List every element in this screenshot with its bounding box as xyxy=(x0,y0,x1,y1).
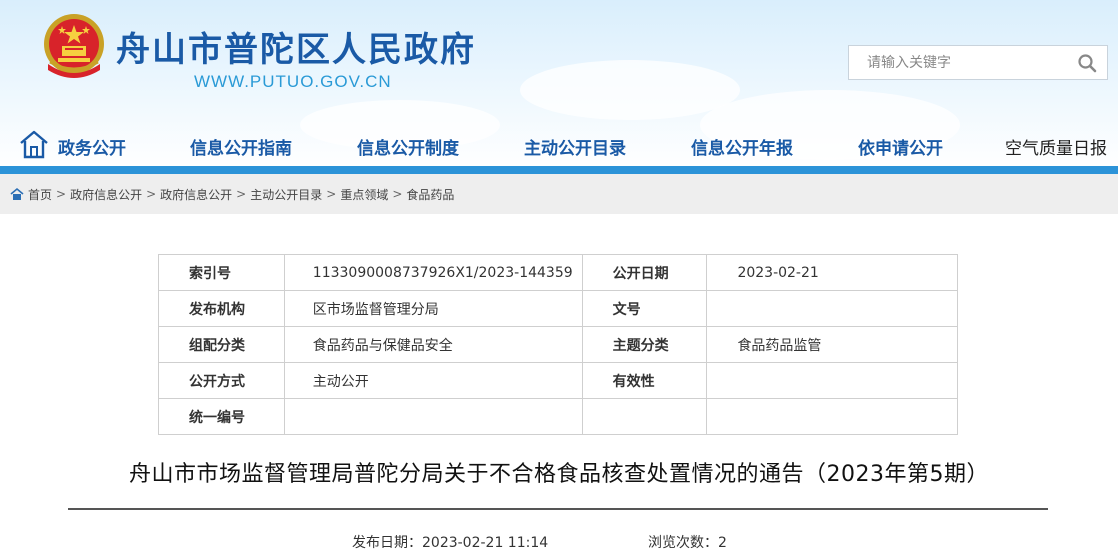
document-number-label: 文号 xyxy=(581,290,708,327)
breadcrumb-separator: > xyxy=(392,187,403,201)
publisher-value: 区市场监督管理分局 xyxy=(283,290,583,327)
breadcrumb-home[interactable]: 首页 xyxy=(28,186,52,203)
publish-date-label: 公开日期 xyxy=(581,254,708,291)
nav-item-government-affairs[interactable]: 政务公开 xyxy=(58,134,126,159)
breadcrumb-key-areas[interactable]: 重点领域 xyxy=(340,186,388,203)
document-meta-table: 索引号 1133090008737926X1/2023-144359 公开日期 … xyxy=(158,254,958,435)
breadcrumb: 首页 > 政府信息公开 > 政府信息公开 > 主动公开目录 > 重点领域 > 食… xyxy=(0,174,1118,214)
document-number-value xyxy=(706,290,958,327)
empty-cell xyxy=(706,398,958,435)
search-icon xyxy=(1078,53,1097,72)
index-number-value: 1133090008737926X1/2023-144359 xyxy=(283,254,583,291)
site-url: WWW.PUTUO.GOV.CN xyxy=(194,72,392,91)
table-row: 发布机构 区市场监督管理分局 文号 xyxy=(158,290,958,327)
breadcrumb-active-catalog[interactable]: 主动公开目录 xyxy=(250,186,322,203)
publish-date-value: 2023-02-21 xyxy=(706,254,958,291)
nav-item-air-quality[interactable]: 空气质量日报 xyxy=(1005,134,1107,159)
nav-item-request-disclosure[interactable]: 依申请公开 xyxy=(858,134,943,159)
topic-label: 主题分类 xyxy=(581,326,708,363)
search-button[interactable] xyxy=(1067,46,1107,79)
breadcrumb-separator: > xyxy=(146,187,157,201)
table-row: 索引号 1133090008737926X1/2023-144359 公开日期 … xyxy=(158,254,958,291)
breadcrumb-gov-info-1[interactable]: 政府信息公开 xyxy=(70,186,142,203)
validity-label: 有效性 xyxy=(581,362,708,399)
breadcrumb-home-icon xyxy=(10,187,24,200)
document-view-count: 浏览次数：2 xyxy=(648,535,727,551)
empty-cell xyxy=(581,398,708,435)
table-row: 统一编号 xyxy=(158,398,958,435)
topic-value: 食品药品监管 xyxy=(706,326,958,363)
index-number-label: 索引号 xyxy=(158,254,285,291)
nav-item-active-disclosure-catalog[interactable]: 主动公开目录 xyxy=(524,134,626,159)
breadcrumb-separator: > xyxy=(236,187,247,201)
document-publish-date: 发布日期：2023-02-21 11:14 xyxy=(352,535,549,551)
nav-item-disclosure-system[interactable]: 信息公开制度 xyxy=(357,134,459,159)
main-navigation: 政务公开 信息公开指南 信息公开制度 主动公开目录 信息公开年报 依申请公开 空… xyxy=(0,124,1118,166)
disclosure-method-value: 主动公开 xyxy=(283,362,583,399)
search-box xyxy=(848,45,1108,80)
disclosure-method-label: 公开方式 xyxy=(158,362,285,399)
validity-value xyxy=(706,362,958,399)
publisher-label: 发布机构 xyxy=(158,290,285,327)
table-row: 公开方式 主动公开 有效性 xyxy=(158,362,958,399)
nav-item-annual-report[interactable]: 信息公开年报 xyxy=(691,134,793,159)
background-cloud xyxy=(520,60,740,120)
nav-item-disclosure-guide[interactable]: 信息公开指南 xyxy=(190,134,292,159)
nav-underline-bar xyxy=(0,166,1118,174)
breadcrumb-gov-info-2[interactable]: 政府信息公开 xyxy=(160,186,232,203)
document-title: 舟山市市场监督管理局普陀分局关于不合格食品核查处置情况的通告（2023年第5期） xyxy=(129,462,989,487)
table-row: 组配分类 食品药品与保健品安全 主题分类 食品药品监管 xyxy=(158,326,958,363)
title-divider xyxy=(68,508,1048,510)
site-name: 舟山市普陀区人民政府 xyxy=(116,30,476,70)
search-input[interactable] xyxy=(849,46,1067,79)
breadcrumb-separator: > xyxy=(56,187,67,201)
breadcrumb-separator: > xyxy=(326,187,337,201)
serial-number-value xyxy=(283,398,583,435)
national-emblem-icon xyxy=(44,14,104,78)
serial-number-label: 统一编号 xyxy=(158,398,285,435)
category-label: 组配分类 xyxy=(158,326,285,363)
category-value: 食品药品与保健品安全 xyxy=(283,326,583,363)
breadcrumb-food-drugs[interactable]: 食品药品 xyxy=(406,186,454,203)
